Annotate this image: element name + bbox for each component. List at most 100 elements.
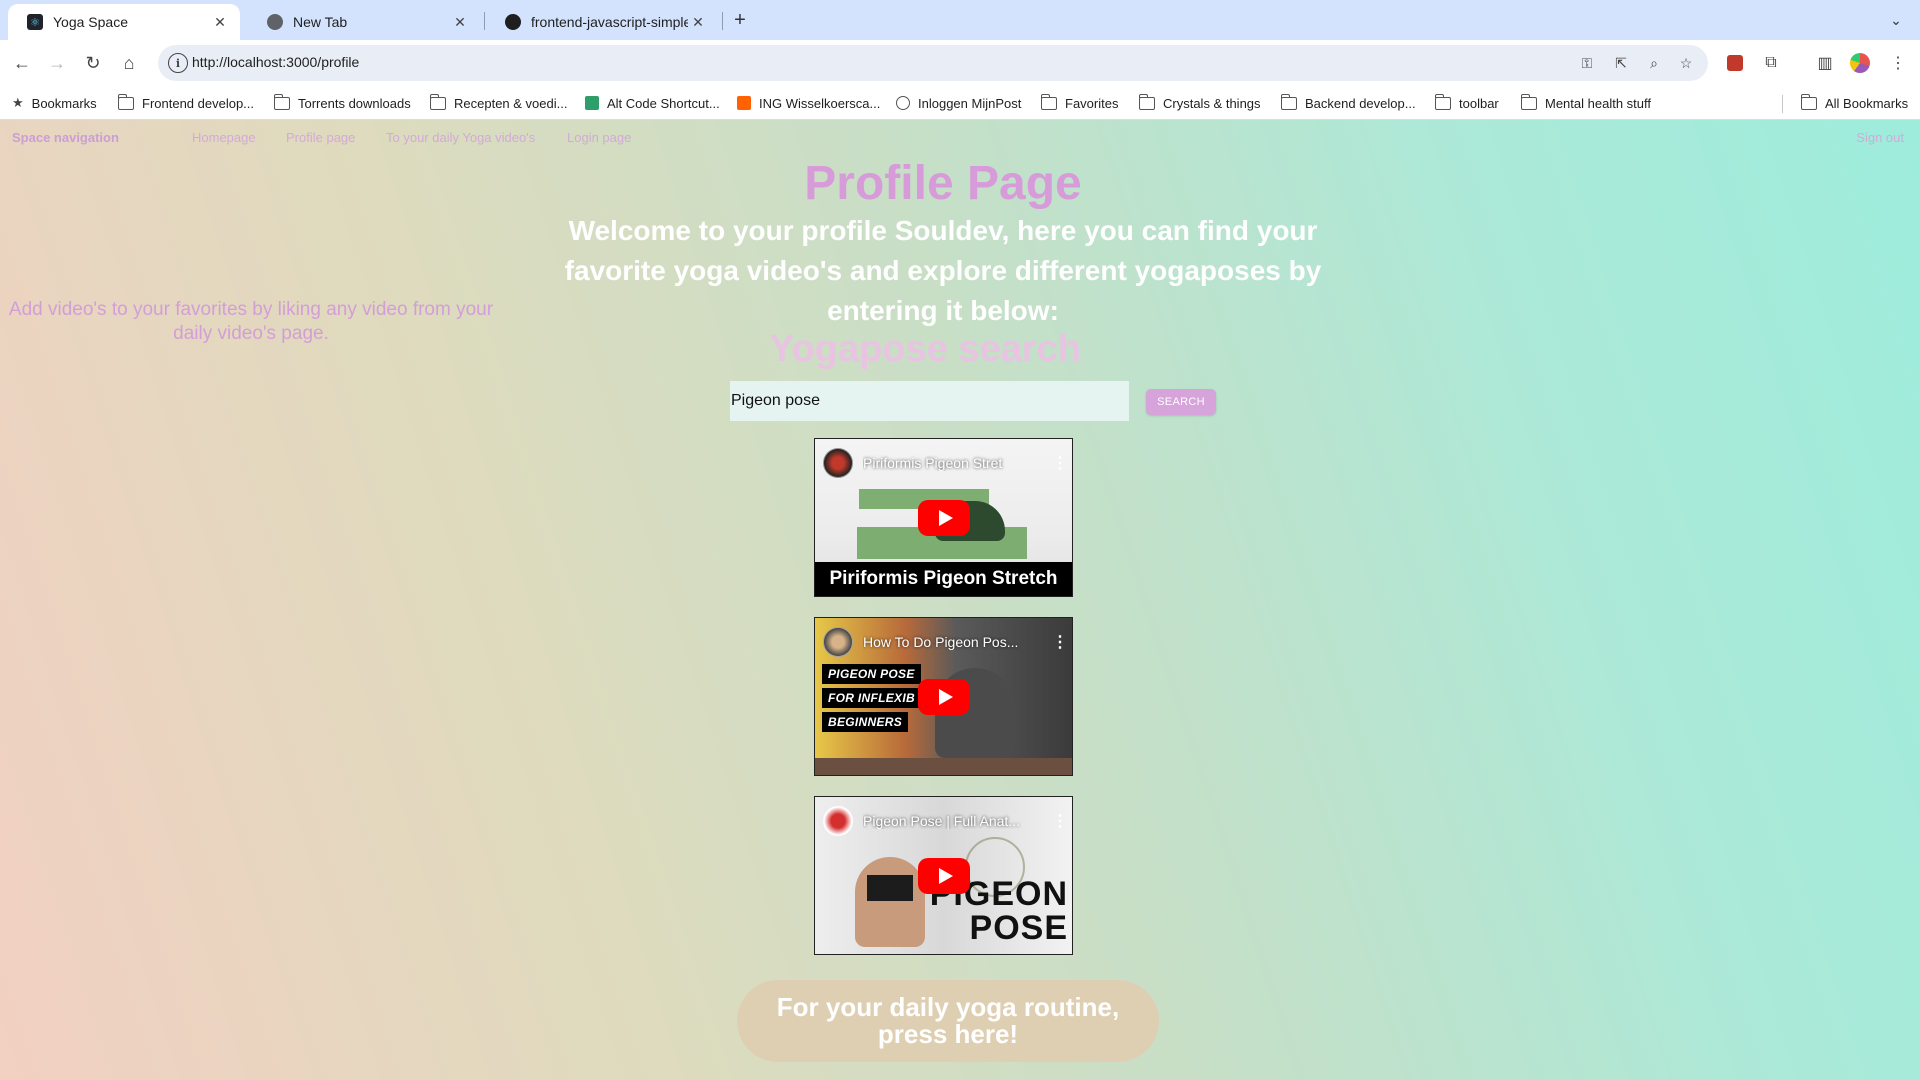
more-menu-icon[interactable]: ⋮ (1884, 49, 1912, 77)
video-title[interactable]: Pigeon Pose | Full Anat... (863, 813, 1052, 829)
password-key-icon[interactable]: ⚿ (1576, 52, 1598, 74)
new-tab-plus-icon[interactable]: + (728, 8, 752, 32)
yogapose-search-input[interactable] (730, 381, 1129, 421)
play-button-icon[interactable] (918, 858, 970, 894)
bookmark-item[interactable]: ING Wisselkoersca... (737, 93, 880, 113)
nav-link-homepage[interactable]: Homepage (192, 130, 256, 145)
bookmark-item[interactable]: ★ Bookmarks (12, 93, 97, 113)
bookmark-label: Favorites (1065, 95, 1119, 111)
tab-separator (484, 12, 485, 30)
close-tab-icon[interactable]: ✕ (688, 12, 708, 32)
folder-icon (1040, 93, 1057, 110)
bookmark-label: Inloggen MijnPost (918, 95, 1022, 111)
bookmark-label: Bookmarks (31, 95, 97, 111)
video-title[interactable]: How To Do Pigeon Pos... (863, 634, 1052, 650)
channel-avatar[interactable] (823, 448, 853, 478)
thumbnail-text: BEGINNERS (822, 712, 909, 732)
page-content: Space navigation Homepage Profile page T… (0, 120, 1920, 1080)
folder-icon (117, 93, 134, 110)
tab-title: Yoga Space (53, 14, 128, 30)
address-bar[interactable]: i http://localhost:3000/profile ⚿ ⇱ ⌕ ☆ (158, 45, 1708, 81)
folder-icon (429, 93, 446, 110)
channel-avatar[interactable] (823, 627, 853, 657)
reload-icon[interactable]: ↻ (79, 49, 107, 77)
site-navigation: Space navigation Homepage Profile page T… (0, 120, 1920, 154)
bookmarks-bar: ★ Bookmarks Frontend develop... Torrents… (0, 86, 1920, 120)
bookmark-folder[interactable]: Mental health stuff (1520, 93, 1651, 113)
bookmarks-separator (1782, 95, 1783, 113)
bookmark-label: Recepten & voedi... (454, 95, 568, 111)
welcome-message: Welcome to your profile Souldev, here yo… (564, 215, 1322, 326)
bookmark-label: Crystals & things (1163, 95, 1261, 111)
profile-avatar-icon[interactable] (1846, 49, 1874, 77)
nav-link-profile[interactable]: Profile page (286, 130, 355, 145)
folder-icon (1280, 93, 1297, 110)
bookmark-label: Frontend develop... (142, 95, 255, 111)
nav-link-daily-videos[interactable]: To your daily Yoga video's (386, 130, 535, 145)
tab-strip: ⚛ Yoga Space ✕ New Tab ✕ frontend-javasc… (0, 0, 1920, 40)
all-bookmarks-folder[interactable]: All Bookmarks (1800, 93, 1909, 113)
open-in-app-icon[interactable]: ⇱ (1610, 52, 1632, 74)
video-title-row: Piriformis Pigeon Stret ⋮ (823, 448, 1068, 478)
bookmark-folder[interactable]: Frontend develop... (117, 93, 255, 113)
tab-separator (722, 12, 723, 30)
video-embed[interactable]: Piriformis Pigeon Stret ⋮ Piriformis Pig… (814, 438, 1073, 597)
thumbnail-text: POSE (969, 909, 1068, 947)
tab-github[interactable]: frontend-javascript-simple-lo ✕ (486, 4, 718, 40)
more-vertical-icon[interactable]: ⋮ (1052, 811, 1068, 831)
more-vertical-icon[interactable]: ⋮ (1052, 453, 1068, 473)
bookmark-label: Torrents downloads (298, 95, 411, 111)
bookmark-folder[interactable]: Torrents downloads (273, 93, 411, 113)
bookmark-label: All Bookmarks (1825, 95, 1909, 111)
sign-out-link[interactable]: Sign out (1856, 130, 1904, 145)
play-button-icon[interactable] (918, 679, 970, 715)
thumbnail-text: FOR INFLEXIB (822, 688, 921, 708)
side-panel-icon[interactable]: ▥ (1811, 49, 1839, 77)
tab-title: frontend-javascript-simple-lo (531, 14, 688, 30)
bookmark-item[interactable]: Alt Code Shortcut... (585, 93, 720, 113)
nav-brand[interactable]: Space navigation (12, 130, 119, 145)
video-embed[interactable]: How To Do Pigeon Pos... ⋮ PIGEON POSE FO… (814, 617, 1073, 776)
extension-red-icon[interactable] (1721, 49, 1749, 77)
react-favicon-icon: ⚛ (27, 14, 43, 30)
alt-code-favicon-icon (585, 96, 599, 110)
github-favicon-icon (505, 14, 521, 30)
bookmark-folder[interactable]: Crystals & things (1138, 93, 1261, 113)
close-tab-icon[interactable]: ✕ (210, 12, 230, 32)
bookmark-star-icon[interactable]: ☆ (1675, 52, 1697, 74)
channel-avatar[interactable] (823, 806, 853, 836)
video-title[interactable]: Piriformis Pigeon Stret (863, 455, 1052, 471)
bookmark-label: Backend develop... (1305, 95, 1416, 111)
search-button[interactable]: SEARCH (1146, 389, 1216, 415)
forward-arrow-icon[interactable]: → (43, 49, 71, 77)
bookmark-label: toolbar (1459, 95, 1499, 111)
nav-link-login[interactable]: Login page (567, 130, 631, 145)
zoom-icon[interactable]: ⌕ (1643, 52, 1665, 74)
site-info-icon[interactable]: i (168, 53, 188, 73)
back-arrow-icon[interactable]: ← (8, 49, 36, 77)
video-embed[interactable]: Pigeon Pose | Full Anat... ⋮ PIGEON POSE (814, 796, 1073, 955)
bookmark-folder[interactable]: Favorites (1040, 93, 1119, 113)
close-tab-icon[interactable]: ✕ (450, 12, 470, 32)
home-icon[interactable]: ⌂ (115, 49, 143, 77)
tab-search-chevron-icon[interactable]: ⌄ (1884, 8, 1908, 32)
tab-yoga-space[interactable]: ⚛ Yoga Space ✕ (8, 4, 240, 40)
tab-title: New Tab (293, 14, 348, 30)
bookmark-item[interactable]: Inloggen MijnPost (896, 93, 1021, 113)
tab-new-tab[interactable]: New Tab ✕ (248, 4, 480, 40)
folder-icon (1434, 93, 1451, 110)
extensions-puzzle-icon[interactable]: ⧉ (1757, 49, 1785, 77)
folder-icon (1800, 93, 1817, 110)
bookmark-folder[interactable]: toolbar (1434, 93, 1499, 113)
bookmark-folder[interactable]: Recepten & voedi... (429, 93, 568, 113)
more-vertical-icon[interactable]: ⋮ (1052, 632, 1068, 652)
play-button-icon[interactable] (918, 500, 970, 536)
star-icon: ★ (12, 95, 24, 110)
ing-favicon-icon (737, 96, 751, 110)
bookmark-folder[interactable]: Backend develop... (1280, 93, 1416, 113)
bookmark-label: ING Wisselkoersca... (759, 95, 881, 111)
url-text[interactable]: http://localhost:3000/profile (192, 54, 359, 70)
bookmark-label: Mental health stuff (1545, 95, 1651, 111)
folder-icon (1138, 93, 1155, 110)
daily-routine-button[interactable]: For your daily yoga routine, press here! (737, 980, 1159, 1062)
